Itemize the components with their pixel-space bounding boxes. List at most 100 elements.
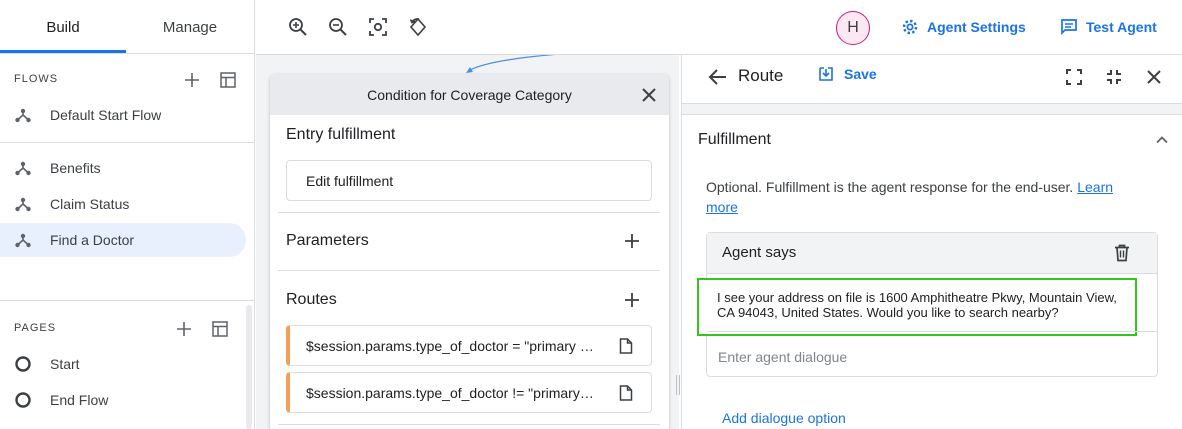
- collapse-button[interactable]: [1102, 65, 1126, 89]
- plus-icon: [185, 73, 199, 87]
- close-icon: [1147, 70, 1161, 84]
- avatar[interactable]: H: [836, 11, 870, 45]
- sidebar-item-default-start-flow[interactable]: Default Start Flow: [0, 98, 246, 132]
- chevron-up-icon: [1156, 136, 1168, 144]
- expand-button[interactable]: [1062, 65, 1086, 89]
- pages-table-button[interactable]: [208, 317, 232, 341]
- agent-settings-label: Agent Settings: [927, 19, 1026, 35]
- save-button[interactable]: Save: [818, 66, 877, 82]
- chat-icon: [1061, 19, 1077, 36]
- avatar-initial: H: [847, 19, 859, 36]
- add-dialogue-option-button[interactable]: Add dialogue option: [722, 410, 846, 426]
- fullscreen-exit-icon: [1107, 70, 1121, 84]
- delete-button[interactable]: [1110, 241, 1134, 265]
- fulfillment-desc-text: Optional. Fulfillment is the agent respo…: [706, 179, 1074, 195]
- reset-rotate-icon: [409, 17, 427, 37]
- arrow-back-icon: [708, 69, 726, 85]
- node-title-text: Condition for Coverage Category: [367, 86, 572, 103]
- sidebar-item-find-a-doctor[interactable]: Find a Doctor: [0, 223, 246, 257]
- document-icon: [619, 385, 633, 401]
- add-parameter-button[interactable]: [620, 229, 644, 253]
- agent-settings-button[interactable]: Agent Settings: [901, 18, 1026, 36]
- divider: [278, 270, 660, 271]
- save-label: Save: [844, 66, 877, 82]
- sidebar-item-label: Default Start Flow: [50, 107, 162, 123]
- route-item[interactable]: $session.params.type_of_doctor != "prima…: [286, 372, 652, 413]
- plus-icon: [625, 293, 639, 307]
- fit-screen-icon: [369, 18, 387, 36]
- sidebar-item-claim-status[interactable]: Claim Status: [0, 187, 246, 221]
- fit-screen-button[interactable]: [366, 15, 390, 39]
- circle-icon: [0, 355, 50, 373]
- sidebar-item-label: Find a Doctor: [50, 232, 135, 248]
- flow-icon: [0, 106, 50, 124]
- flows-section-label: FLOWS: [14, 73, 59, 85]
- close-panel-button[interactable]: [1142, 65, 1166, 89]
- tab-manage[interactable]: Manage: [126, 0, 254, 54]
- sidebar-item-label: Benefits: [50, 160, 101, 176]
- close-icon: [642, 88, 656, 102]
- sidebar-scrollbar[interactable]: [246, 305, 252, 429]
- collapse-section-button[interactable]: [1150, 128, 1174, 152]
- divider: [278, 424, 660, 425]
- sidebar-item-label: End Flow: [50, 392, 109, 408]
- agent-message-text: I see your address on file is 1600 Amphi…: [717, 290, 1117, 320]
- divider: [0, 300, 255, 301]
- tab-build[interactable]: Build: [0, 0, 126, 54]
- plus-icon: [625, 234, 639, 248]
- test-agent-button[interactable]: Test Agent: [1060, 18, 1157, 36]
- sidebar-item-label: Start: [50, 356, 80, 372]
- divider: [0, 53, 255, 54]
- test-agent-label: Test Agent: [1086, 19, 1157, 35]
- sidebar-page-end-flow[interactable]: End Flow: [0, 383, 240, 417]
- trash-icon: [1115, 244, 1129, 262]
- parameters-label: Parameters: [286, 232, 369, 249]
- sidebar-page-start[interactable]: Start: [0, 347, 240, 381]
- routes-label: Routes: [286, 291, 337, 308]
- flow-icon: [0, 231, 50, 249]
- edit-fulfillment-label: Edit fulfillment: [306, 172, 394, 189]
- zoom-out-button[interactable]: [326, 15, 350, 39]
- fullscreen-icon: [1066, 69, 1082, 85]
- zoom-in-icon: [289, 18, 307, 36]
- node-title: Condition for Coverage Category: [270, 74, 669, 115]
- agent-message[interactable]: I see your address on file is 1600 Amphi…: [697, 278, 1137, 336]
- add-route-button[interactable]: [620, 288, 644, 312]
- edit-fulfillment-field[interactable]: Edit fulfillment: [286, 160, 652, 201]
- circle-icon: [0, 391, 50, 409]
- agent-dialogue-input[interactable]: Enter agent dialogue: [718, 349, 847, 365]
- zoom-out-icon: [329, 18, 347, 36]
- fulfillment-description: Optional. Fulfillment is the agent respo…: [706, 177, 1136, 217]
- pages-section-label: PAGES: [14, 322, 57, 334]
- entry-fulfillment-label: Entry fulfillment: [286, 126, 396, 143]
- sidebar-item-benefits[interactable]: Benefits: [0, 151, 246, 185]
- agent-says-title: Agent says: [722, 244, 797, 261]
- back-button[interactable]: [706, 65, 730, 89]
- table-icon: [220, 72, 236, 88]
- flow-icon: [0, 195, 50, 213]
- divider: [278, 212, 660, 213]
- save-icon: [819, 67, 833, 81]
- route-condition: $session.params.type_of_doctor = "primar…: [306, 337, 596, 354]
- fulfillment-title: Fulfillment: [698, 131, 771, 148]
- canvas-toolbar: [256, 0, 680, 55]
- document-icon: [619, 338, 633, 354]
- divider: [682, 103, 1182, 115]
- divider: [0, 142, 255, 143]
- reset-rotate-button[interactable]: [406, 15, 430, 39]
- gear-icon: [902, 19, 918, 35]
- flows-table-button[interactable]: [216, 68, 240, 92]
- flow-icon: [0, 159, 50, 177]
- route-item[interactable]: $session.params.type_of_doctor = "primar…: [286, 325, 652, 366]
- panel-title: Route: [738, 66, 784, 85]
- close-node-button[interactable]: [637, 83, 661, 107]
- plus-icon: [177, 322, 191, 336]
- route-condition: $session.params.type_of_doctor != "prima…: [306, 384, 596, 401]
- table-icon: [212, 321, 228, 337]
- add-flow-button[interactable]: [180, 68, 204, 92]
- divider: [707, 331, 1157, 332]
- add-page-button[interactable]: [172, 317, 196, 341]
- left-sidebar: Build Manage FLOWS Default Start Flow Be…: [0, 0, 255, 429]
- sidebar-item-label: Claim Status: [50, 196, 130, 212]
- zoom-in-button[interactable]: [286, 15, 310, 39]
